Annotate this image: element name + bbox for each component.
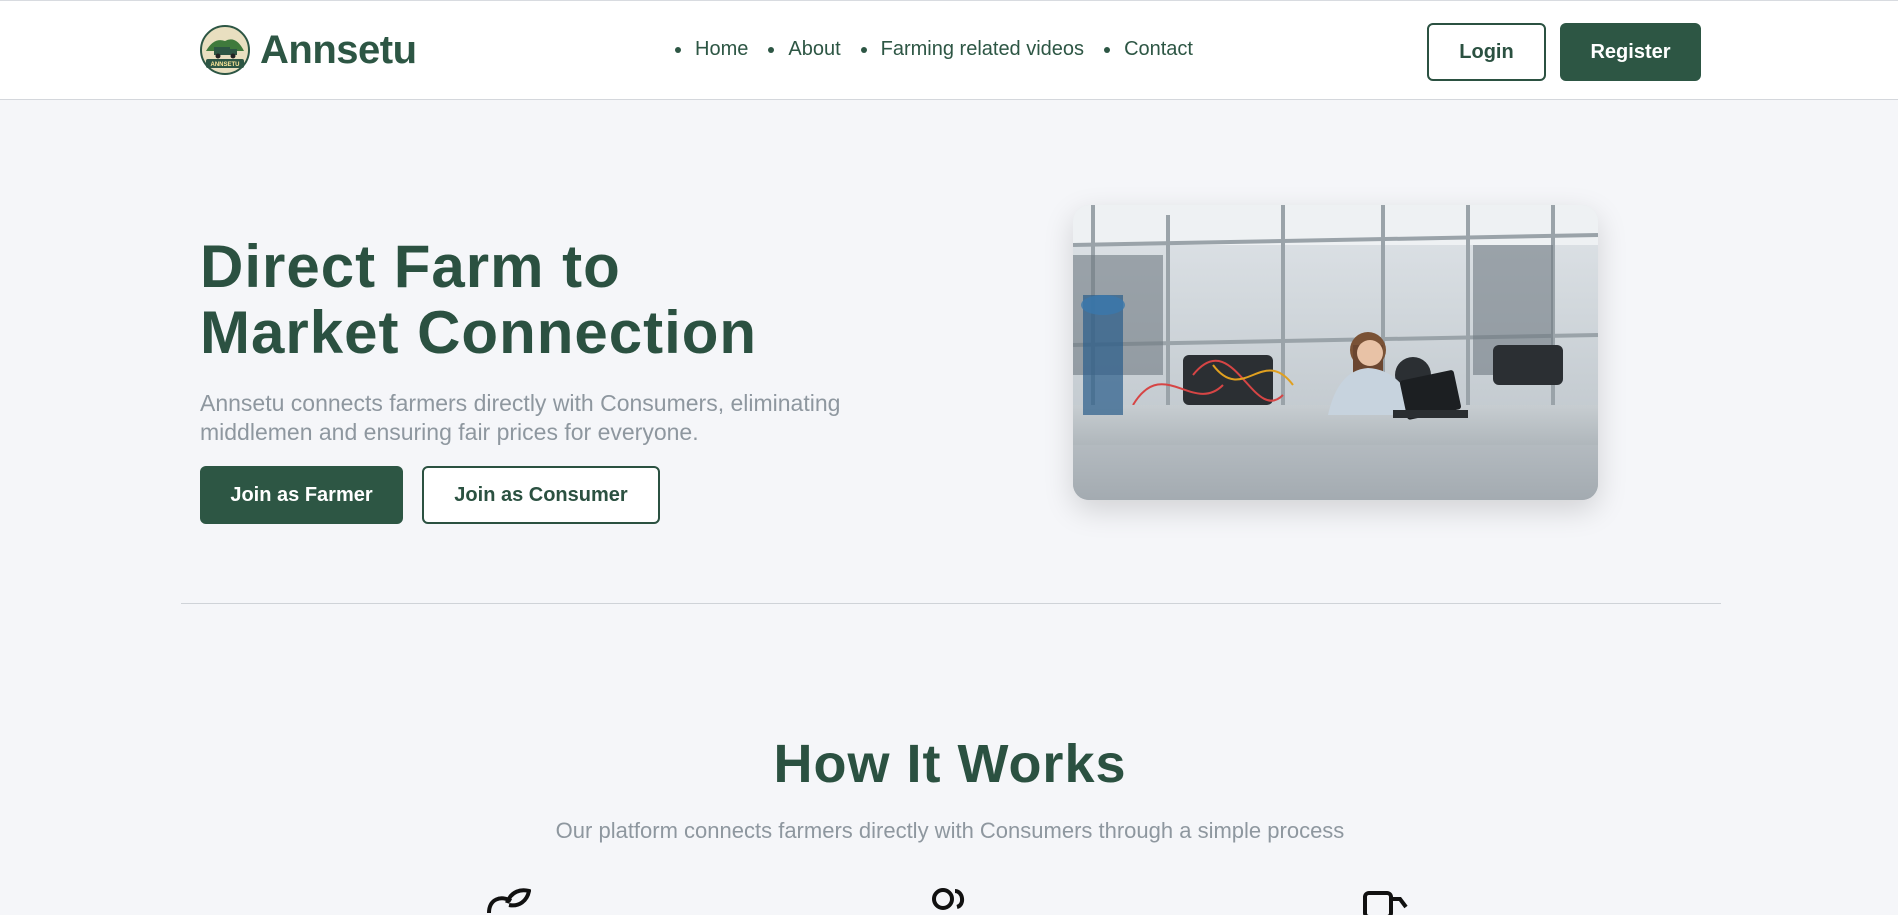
users-icon: [932, 888, 964, 910]
site-header: ANNSETU Annsetu Home About Farming relat…: [0, 0, 1898, 100]
join-consumer-button[interactable]: Join as Consumer: [422, 466, 660, 524]
how-it-works-subtitle: Our platform connects farmers directly w…: [555, 818, 1345, 843]
bullet-icon: [1104, 46, 1111, 53]
logo-badge-icon: ANNSETU: [200, 25, 250, 75]
login-button[interactable]: Login: [1427, 23, 1546, 81]
brand-name: Annsetu: [260, 27, 417, 72]
bullet-icon: [768, 46, 775, 53]
hero-image: [1073, 205, 1598, 500]
nav-item-videos[interactable]: Farming related videos: [860, 38, 1085, 61]
nav-item-home[interactable]: Home: [675, 38, 748, 61]
hero-title-line-2: Market Connection: [200, 299, 758, 366]
main-nav: Home About Farming related videos Contac…: [675, 38, 1213, 61]
truck-icon: [1363, 891, 1408, 915]
register-button[interactable]: Register: [1560, 23, 1701, 81]
hero-subtitle: Annsetu connects farmers directly with C…: [200, 390, 841, 445]
sprout-icon: [487, 888, 531, 914]
nav-item-label: Home: [695, 38, 749, 60]
hero-title-line-1: Direct Farm to: [200, 233, 621, 300]
bullet-icon: [860, 46, 867, 53]
hero-title: Direct Farm to Market Connection: [200, 234, 900, 366]
how-it-works-title: How It Works: [773, 734, 1127, 794]
hero-photo-illustration: [1073, 205, 1598, 500]
nav-item-contact[interactable]: Contact: [1104, 38, 1193, 61]
join-farmer-button[interactable]: Join as Farmer: [200, 466, 403, 524]
nav-item-label: About: [788, 38, 841, 60]
logo-badge-text: ANNSETU: [210, 62, 239, 68]
brand-logo[interactable]: ANNSETU Annsetu: [200, 25, 417, 75]
nav-item-about[interactable]: About: [768, 38, 841, 61]
bullet-icon: [675, 46, 681, 53]
nav-item-label: Farming related videos: [880, 38, 1085, 60]
nav-item-label: Contact: [1124, 38, 1193, 60]
section-divider: [181, 603, 1721, 604]
